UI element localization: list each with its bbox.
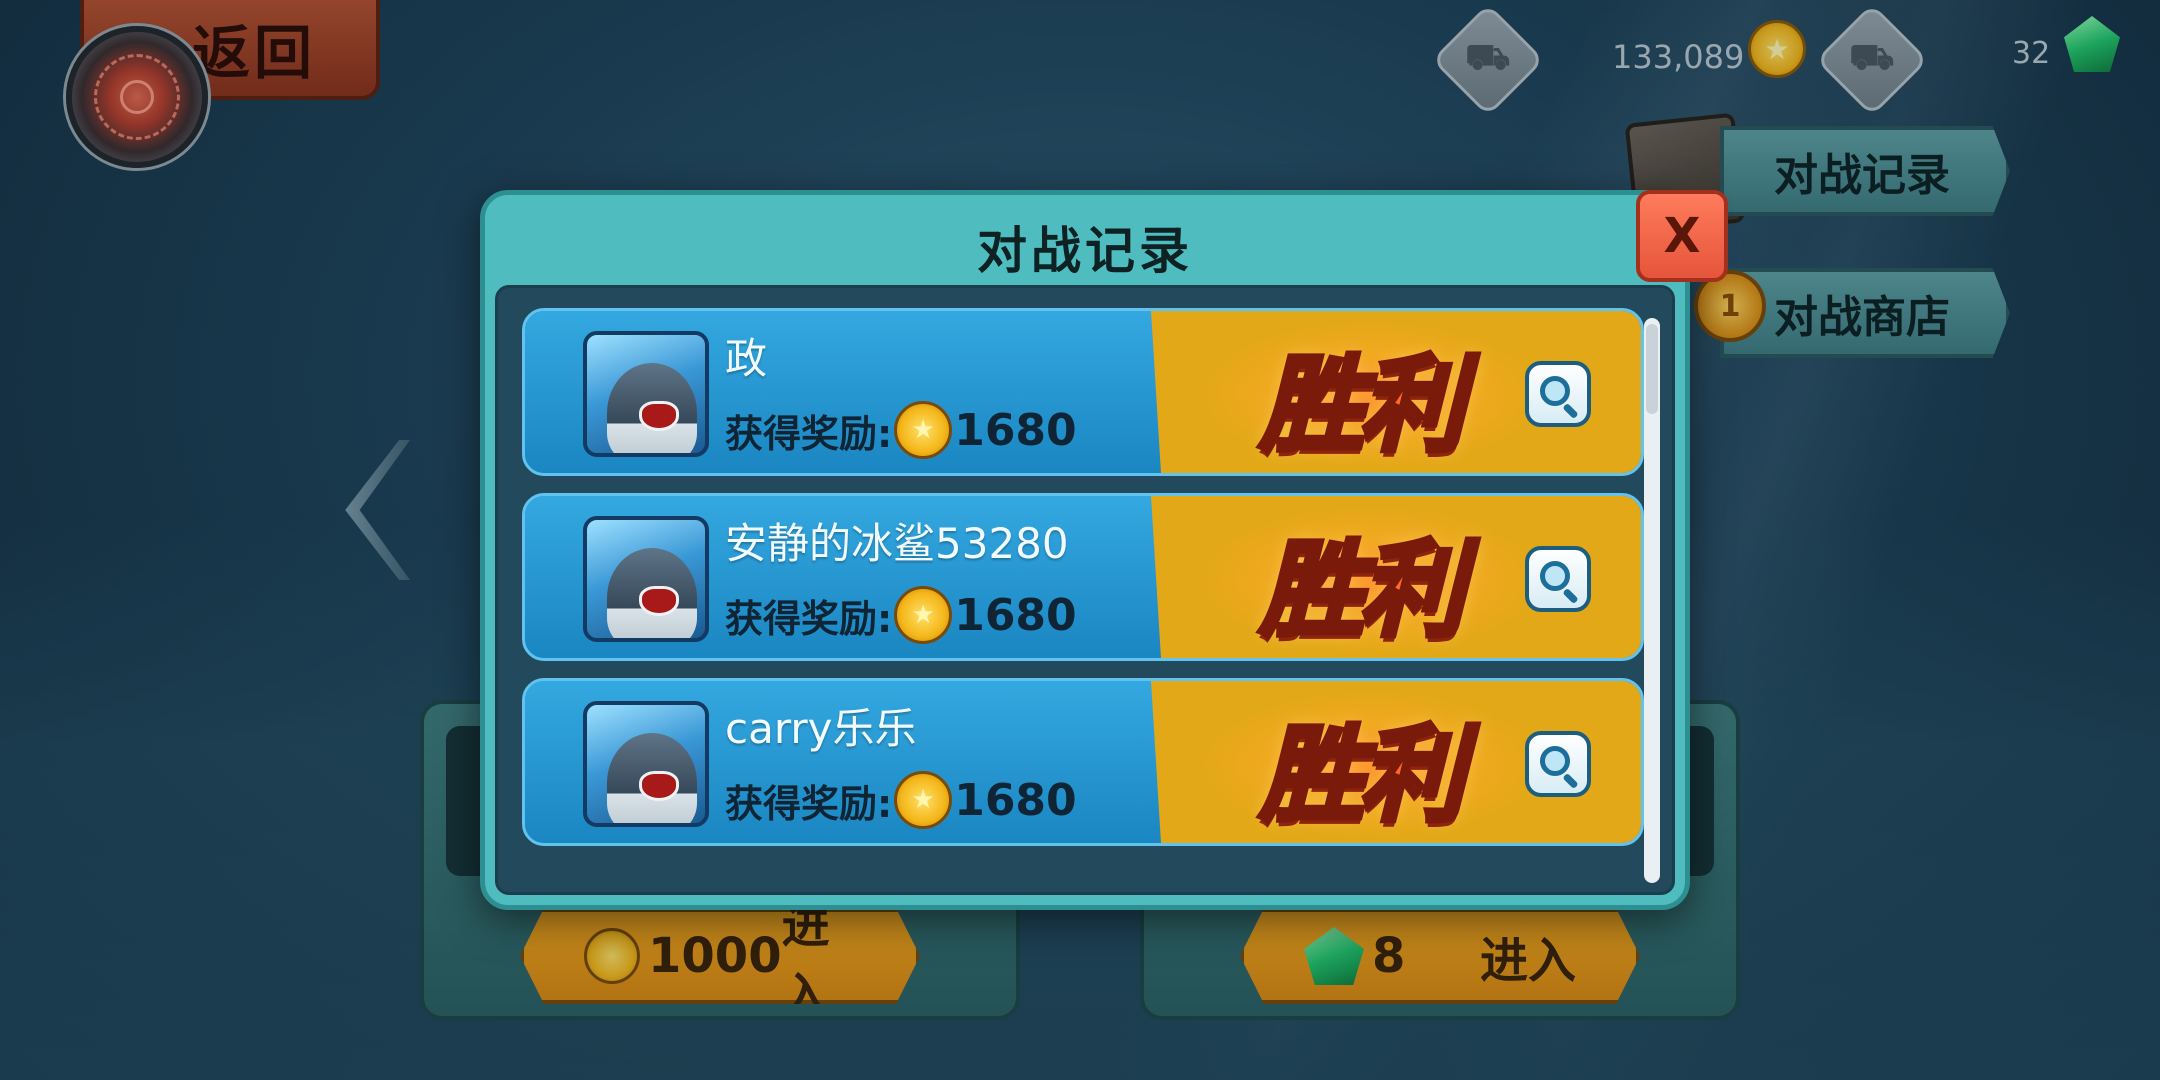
reward-value: 1680	[954, 404, 1077, 456]
player-name: carry乐乐	[725, 704, 917, 753]
reward: 获得奖励: ★ 1680	[725, 401, 1077, 459]
gold-coin-icon: ★	[894, 771, 953, 829]
battle-record-modal: 对战记录 政 获得奖励: ★ 1680 胜利 安静的冰鲨53280 获得奖励: …	[480, 190, 1690, 910]
view-detail-button[interactable]	[1525, 731, 1591, 797]
record-list[interactable]: 政 获得奖励: ★ 1680 胜利 安静的冰鲨53280 获得奖励: ★ 168…	[495, 285, 1675, 895]
magnifier-icon	[1540, 561, 1570, 591]
reward-label: 获得奖励:	[725, 781, 893, 826]
player-name: 政	[725, 334, 768, 383]
scrollbar-thumb[interactable]	[1646, 324, 1658, 414]
magnifier-icon	[1540, 746, 1570, 776]
result-victory: 胜利	[1257, 341, 1466, 468]
view-detail-button[interactable]	[1525, 361, 1591, 427]
shark-avatar	[583, 701, 709, 827]
reward-value: 1680	[954, 774, 1077, 826]
magnifier-icon	[1540, 376, 1570, 406]
record-row: 政 获得奖励: ★ 1680 胜利	[522, 308, 1644, 476]
result-victory: 胜利	[1257, 711, 1466, 838]
shark-avatar	[583, 516, 709, 642]
reward-label: 获得奖励:	[725, 411, 893, 456]
reward-label: 获得奖励:	[725, 596, 893, 641]
reward-value: 1680	[954, 589, 1077, 641]
close-button[interactable]: X	[1636, 190, 1728, 282]
gold-coin-icon: ★	[894, 401, 953, 459]
gold-coin-icon: ★	[894, 586, 953, 644]
modal-title: 对战记录	[977, 222, 1193, 280]
close-icon: X	[1663, 208, 1701, 264]
view-detail-button[interactable]	[1525, 546, 1591, 612]
scrollbar[interactable]	[1644, 318, 1660, 883]
reward: 获得奖励: ★ 1680	[725, 586, 1077, 644]
reward: 获得奖励: ★ 1680	[725, 771, 1077, 829]
result-victory: 胜利	[1257, 526, 1466, 653]
record-row: 安静的冰鲨53280 获得奖励: ★ 1680 胜利	[522, 493, 1644, 661]
shark-avatar	[583, 331, 709, 457]
player-name: 安静的冰鲨53280	[725, 519, 1069, 568]
record-row: carry乐乐 获得奖励: ★ 1680 胜利	[522, 678, 1644, 846]
